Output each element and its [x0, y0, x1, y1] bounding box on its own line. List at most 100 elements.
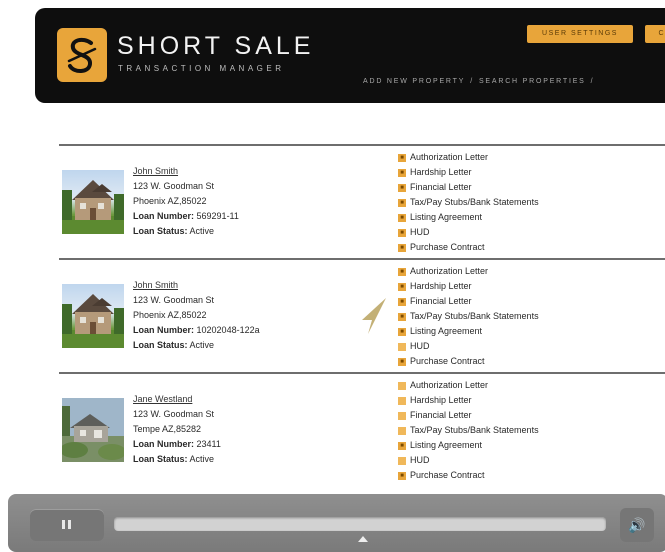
pause-icon — [62, 520, 65, 529]
loan-number: Loan Number: 569291-11 — [133, 209, 239, 224]
loan-number-value: 569291-11 — [196, 211, 239, 221]
brand-subtitle: TRANSACTION MANAGER — [118, 64, 285, 73]
house-photo[interactable] — [62, 284, 124, 348]
document-icon: ■ — [398, 282, 406, 291]
street-address: 123 W. Goodman St — [133, 409, 215, 419]
nav-separator-trailing: / — [590, 78, 595, 85]
doc-label: HUD — [410, 341, 430, 351]
house-photo[interactable] — [62, 170, 124, 234]
document-icon: ■ — [398, 297, 406, 306]
doc-label: Financial Letter — [410, 182, 472, 192]
doc-label: Hardship Letter — [410, 167, 472, 177]
loan-status-label: Loan Status: — [133, 340, 188, 350]
brand-title: SHORT SALE — [117, 32, 315, 60]
doc-listing-agreement[interactable]: ■ Listing Agreement — [398, 324, 539, 339]
doc-label: Purchase Contract — [410, 242, 485, 252]
document-icon: ■ — [398, 357, 406, 366]
document-icon: ■ — [398, 213, 406, 222]
doc-hud[interactable]: ■ HUD — [398, 339, 539, 354]
doc-label: Listing Agreement — [410, 326, 483, 336]
doc-label: Hardship Letter — [410, 395, 472, 405]
doc-hardship-letter[interactable]: ■ Hardship Letter — [398, 165, 539, 180]
owner-name-link[interactable]: John Smith — [133, 164, 239, 179]
doc-financial-letter[interactable]: ■ Financial Letter — [398, 408, 539, 423]
doc-financial-letter[interactable]: ■ Financial Letter — [398, 180, 539, 195]
document-icon: ■ — [398, 426, 406, 435]
document-icon: ■ — [398, 327, 406, 336]
loan-status: Loan Status: Active — [133, 452, 221, 467]
loan-number-label: Loan Number: — [133, 211, 195, 221]
nav-add-new-property[interactable]: ADD NEW PROPERTY — [363, 78, 465, 85]
doc-tax-pay-stubs[interactable]: ■ Tax/Pay Stubs/Bank Statements — [398, 309, 539, 324]
user-settings-button[interactable]: USER SETTINGS — [527, 25, 633, 43]
doc-hardship-letter[interactable]: ■ Hardship Letter — [398, 393, 539, 408]
pause-button[interactable] — [30, 509, 104, 541]
owner-name-link[interactable]: Jane Westland — [133, 392, 221, 407]
doc-label: Purchase Contract — [410, 356, 485, 366]
doc-label: Authorization Letter — [410, 380, 489, 390]
doc-label: Hardship Letter — [410, 281, 472, 291]
main-nav: ADD NEW PROPERTY / SEARCH PROPERTIES / — [363, 78, 599, 85]
nav-separator: / — [470, 78, 474, 85]
loan-number-label: Loan Number: — [133, 325, 195, 335]
loan-status: Loan Status: Active — [133, 224, 239, 239]
doc-listing-agreement[interactable]: ■ Listing Agreement — [398, 210, 539, 225]
document-icon: ■ — [398, 153, 406, 162]
property-info: John Smith 123 W. Goodman St Phoenix AZ,… — [133, 278, 260, 353]
doc-purchase-contract[interactable]: ■ Purchase Contract — [398, 468, 539, 483]
property-row: Jane Westland 123 W. Goodman St Tempe AZ… — [59, 374, 665, 486]
pause-icon — [68, 520, 71, 529]
loan-number-label: Loan Number: — [133, 439, 195, 449]
document-icon: ■ — [398, 312, 406, 321]
doc-authorization-letter[interactable]: ■ Authorization Letter — [398, 378, 539, 393]
document-icon: ■ — [398, 381, 406, 390]
loan-number: Loan Number: 23411 — [133, 437, 221, 452]
loan-status-label: Loan Status: — [133, 226, 188, 236]
document-icon: ■ — [398, 168, 406, 177]
header-button-partial[interactable]: CH — [645, 25, 665, 43]
s-logo-icon — [57, 28, 107, 82]
document-icon: ■ — [398, 471, 406, 480]
doc-label: HUD — [410, 455, 430, 465]
doc-label: Tax/Pay Stubs/Bank Statements — [410, 197, 539, 207]
house-photo[interactable] — [62, 398, 124, 462]
doc-label: Purchase Contract — [410, 470, 485, 480]
doc-tax-pay-stubs[interactable]: ■ Tax/Pay Stubs/Bank Statements — [398, 423, 539, 438]
document-checklist: ■ Authorization Letter ■ Hardship Letter ■… — [398, 150, 539, 255]
document-icon: ■ — [398, 267, 406, 276]
document-icon: ■ — [398, 411, 406, 420]
doc-purchase-contract[interactable]: ■ Purchase Contract — [398, 240, 539, 255]
doc-authorization-letter[interactable]: ■ Authorization Letter — [398, 150, 539, 165]
property-info: Jane Westland 123 W. Goodman St Tempe AZ… — [133, 392, 221, 467]
loan-number-value: 23411 — [196, 439, 221, 449]
loan-number-value: 10202048-122a — [196, 325, 260, 335]
speaker-icon[interactable]: 🔊 — [620, 508, 654, 542]
mouse-pointer-icon — [362, 298, 386, 334]
playhead-icon[interactable] — [358, 536, 368, 542]
property-row: John Smith 123 W. Goodman St Phoenix AZ,… — [59, 146, 665, 258]
doc-listing-agreement[interactable]: ■ Listing Agreement — [398, 438, 539, 453]
city-state-zip: Phoenix AZ,85022 — [133, 310, 207, 320]
doc-hardship-letter[interactable]: ■ Hardship Letter — [398, 279, 539, 294]
doc-label: Tax/Pay Stubs/Bank Statements — [410, 425, 539, 435]
doc-hud[interactable]: ■ HUD — [398, 453, 539, 468]
nav-search-properties[interactable]: SEARCH PROPERTIES — [479, 78, 586, 85]
progress-track[interactable] — [114, 517, 606, 531]
doc-authorization-letter[interactable]: ■ Authorization Letter — [398, 264, 539, 279]
loan-status: Loan Status: Active — [133, 338, 260, 353]
loan-status-value: Active — [189, 340, 215, 350]
document-icon: ■ — [398, 198, 406, 207]
doc-hud[interactable]: ■ HUD — [398, 225, 539, 240]
doc-financial-letter[interactable]: ■ Financial Letter — [398, 294, 539, 309]
app-header: SHORT SALE TRANSACTION MANAGER USER SETT… — [35, 8, 665, 103]
doc-label: HUD — [410, 227, 430, 237]
doc-label: Tax/Pay Stubs/Bank Statements — [410, 311, 539, 321]
document-icon: ■ — [398, 243, 406, 252]
street-address: 123 W. Goodman St — [133, 295, 215, 305]
doc-tax-pay-stubs[interactable]: ■ Tax/Pay Stubs/Bank Statements — [398, 195, 539, 210]
loan-status-value: Active — [189, 226, 215, 236]
doc-label: Authorization Letter — [410, 266, 489, 276]
video-player-controls: 🔊 — [8, 494, 665, 552]
owner-name-link[interactable]: John Smith — [133, 278, 260, 293]
doc-purchase-contract[interactable]: ■ Purchase Contract — [398, 354, 539, 369]
